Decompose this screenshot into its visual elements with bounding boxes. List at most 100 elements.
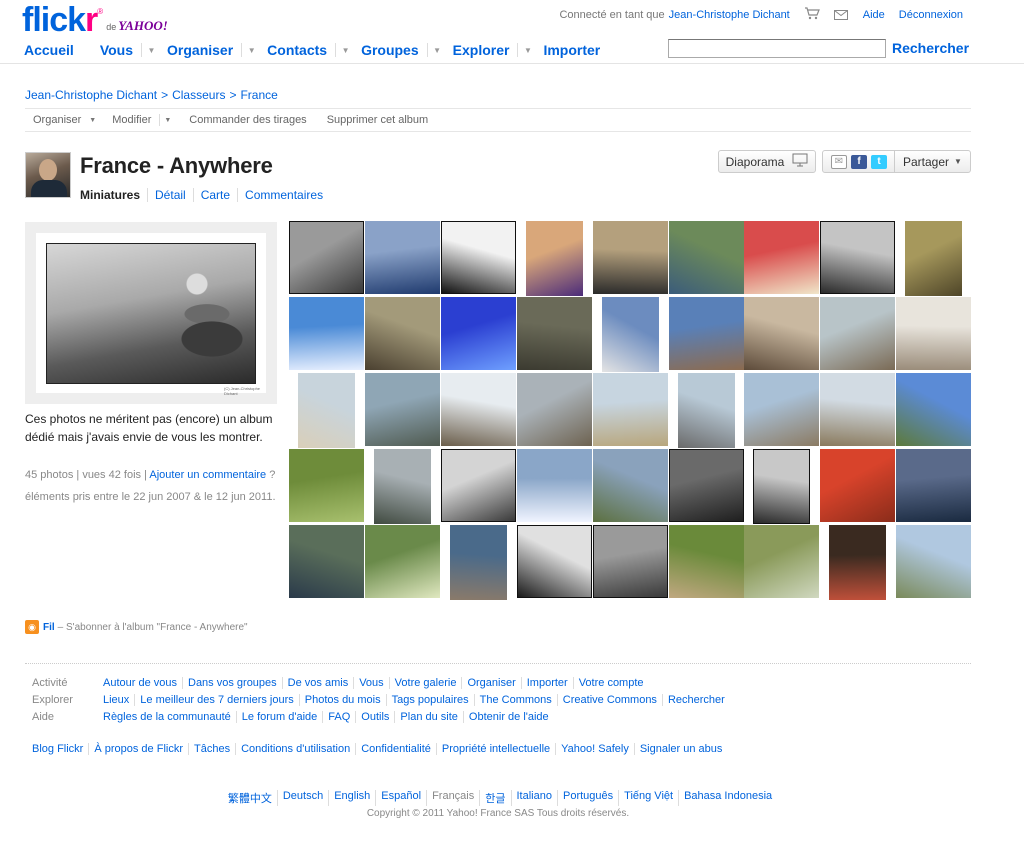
tab-miniatures[interactable]: Miniatures xyxy=(80,188,147,202)
photo-thumbnail[interactable] xyxy=(744,297,819,372)
photo-thumbnail[interactable] xyxy=(441,221,516,296)
photo-thumbnail[interactable] xyxy=(896,525,971,600)
cart-icon[interactable] xyxy=(804,7,820,23)
language-option[interactable]: Bahasa Indonesia xyxy=(678,790,777,806)
share-button[interactable]: Partager xyxy=(903,155,949,169)
breadcrumb-france[interactable]: France xyxy=(240,88,277,102)
help-icon[interactable]: ? xyxy=(269,469,275,481)
photo-thumbnail[interactable] xyxy=(441,525,516,600)
footer-link[interactable]: Importer xyxy=(520,677,573,689)
footer-link[interactable]: Règles de la communauté xyxy=(103,711,236,723)
rss-icon[interactable]: ◉ xyxy=(25,620,39,634)
language-option[interactable]: Deutsch xyxy=(276,790,328,806)
chevron-down-icon[interactable]: ▼ xyxy=(954,157,962,166)
footer-link[interactable]: Blog Flickr xyxy=(32,743,88,755)
nav-contacts[interactable]: Contacts ▼ xyxy=(267,42,355,58)
photo-thumbnail[interactable] xyxy=(441,297,516,372)
photo-thumbnail[interactable] xyxy=(365,449,440,524)
user-name-link[interactable]: Jean-Christophe Dichant xyxy=(669,9,790,21)
nav-explorer[interactable]: Explorer ▼ xyxy=(453,42,538,58)
tab-detail[interactable]: Détail xyxy=(147,188,193,202)
footer-link[interactable]: Tags populaires xyxy=(385,694,474,706)
photo-thumbnail[interactable] xyxy=(669,221,744,296)
photo-thumbnail[interactable] xyxy=(517,449,592,524)
search-button[interactable]: Rechercher xyxy=(892,40,969,56)
photo-thumbnail[interactable] xyxy=(593,525,668,600)
modify-menu[interactable]: Modifier xyxy=(104,114,151,126)
language-option[interactable]: 繁體中文 xyxy=(223,790,277,806)
photo-thumbnail[interactable] xyxy=(669,525,744,600)
avatar[interactable] xyxy=(25,152,71,198)
photo-thumbnail[interactable] xyxy=(744,449,819,524)
footer-link[interactable]: Yahoo! Safely xyxy=(555,743,634,755)
nav-vous[interactable]: Vous ▼ xyxy=(100,42,161,58)
footer-link[interactable]: De vos amis xyxy=(281,677,354,689)
photo-thumbnail[interactable] xyxy=(820,525,895,600)
photo-thumbnail[interactable] xyxy=(517,221,592,296)
photo-thumbnail[interactable] xyxy=(289,373,364,448)
footer-link[interactable]: Photos du mois xyxy=(298,694,386,706)
chevron-down-icon[interactable]: ▼ xyxy=(241,43,261,57)
photo-thumbnail[interactable] xyxy=(820,221,895,296)
photo-thumbnail[interactable] xyxy=(896,221,971,296)
footer-link[interactable]: À propos de Flickr xyxy=(88,743,188,755)
photo-thumbnail[interactable] xyxy=(289,449,364,524)
chevron-down-icon[interactable]: ▼ xyxy=(517,43,537,57)
tab-carte[interactable]: Carte xyxy=(192,188,237,202)
photo-thumbnail[interactable] xyxy=(820,373,895,448)
footer-link[interactable]: Votre galerie xyxy=(388,677,462,689)
mail-icon[interactable] xyxy=(833,8,848,23)
footer-link[interactable]: The Commons xyxy=(473,694,557,706)
photo-thumbnail[interactable] xyxy=(896,449,971,524)
nav-accueil[interactable]: Accueil xyxy=(24,42,80,58)
footer-link[interactable]: Le meilleur des 7 derniers jours xyxy=(134,694,298,706)
breadcrumb-collections[interactable]: Classeurs xyxy=(172,88,225,102)
photo-thumbnail[interactable] xyxy=(593,297,668,372)
help-link[interactable]: Aide xyxy=(863,9,885,21)
photo-thumbnail[interactable] xyxy=(517,373,592,448)
photo-thumbnail[interactable] xyxy=(441,449,516,524)
footer-link[interactable]: Le forum d'aide xyxy=(235,711,322,723)
language-option[interactable]: Português xyxy=(556,790,618,806)
photo-thumbnail[interactable] xyxy=(517,525,592,600)
footer-link[interactable]: Creative Commons xyxy=(556,694,662,706)
mail-share-icon[interactable]: ✉ xyxy=(831,154,847,169)
footer-link[interactable]: Obtenir de l'aide xyxy=(462,711,554,723)
language-option[interactable]: English xyxy=(328,790,375,806)
photo-thumbnail[interactable] xyxy=(669,297,744,372)
chevron-down-icon[interactable]: ▼ xyxy=(335,43,355,57)
twitter-icon[interactable]: t xyxy=(871,154,887,169)
photo-thumbnail[interactable] xyxy=(669,373,744,448)
footer-link[interactable]: Signaler un abus xyxy=(633,743,728,755)
photo-thumbnail[interactable] xyxy=(593,373,668,448)
photo-thumbnail[interactable] xyxy=(669,449,744,524)
photo-thumbnail[interactable] xyxy=(593,221,668,296)
footer-link[interactable]: Autour de vous xyxy=(103,677,182,689)
photo-thumbnail[interactable] xyxy=(289,221,364,296)
footer-link[interactable]: Propriété intellectuelle xyxy=(435,743,555,755)
footer-link[interactable]: FAQ xyxy=(322,711,355,723)
photo-thumbnail[interactable] xyxy=(744,221,819,296)
footer-link[interactable]: Votre compte xyxy=(572,677,649,689)
organize-menu[interactable]: Organiser ▼ xyxy=(25,114,104,126)
logout-link[interactable]: Déconnexion xyxy=(899,9,963,21)
add-comment-link[interactable]: Ajouter un commentaire xyxy=(149,469,266,481)
slideshow-button[interactable]: Diaporama xyxy=(718,150,816,173)
photo-thumbnail[interactable] xyxy=(744,525,819,600)
footer-link[interactable]: Vous xyxy=(353,677,388,689)
photo-thumbnail[interactable] xyxy=(365,525,440,600)
photo-thumbnail[interactable] xyxy=(365,297,440,372)
photo-thumbnail[interactable] xyxy=(365,373,440,448)
language-option[interactable]: Italiano xyxy=(510,790,557,806)
footer-link[interactable]: Tâches xyxy=(188,743,235,755)
delete-album-button[interactable]: Supprimer cet album xyxy=(319,114,437,126)
footer-link[interactable]: Organiser xyxy=(461,677,520,689)
nav-groupes[interactable]: Groupes ▼ xyxy=(361,42,447,58)
language-option[interactable]: 한글 xyxy=(479,790,510,806)
footer-link[interactable]: Rechercher xyxy=(661,694,730,706)
flickr-logo[interactable]: flickr ® de YAHOO! xyxy=(22,2,168,38)
photo-thumbnail[interactable] xyxy=(289,525,364,600)
chevron-down-icon[interactable]: ▼ xyxy=(426,43,447,57)
modify-dropdown[interactable]: ▼ xyxy=(160,117,179,124)
search-input[interactable] xyxy=(668,39,886,58)
